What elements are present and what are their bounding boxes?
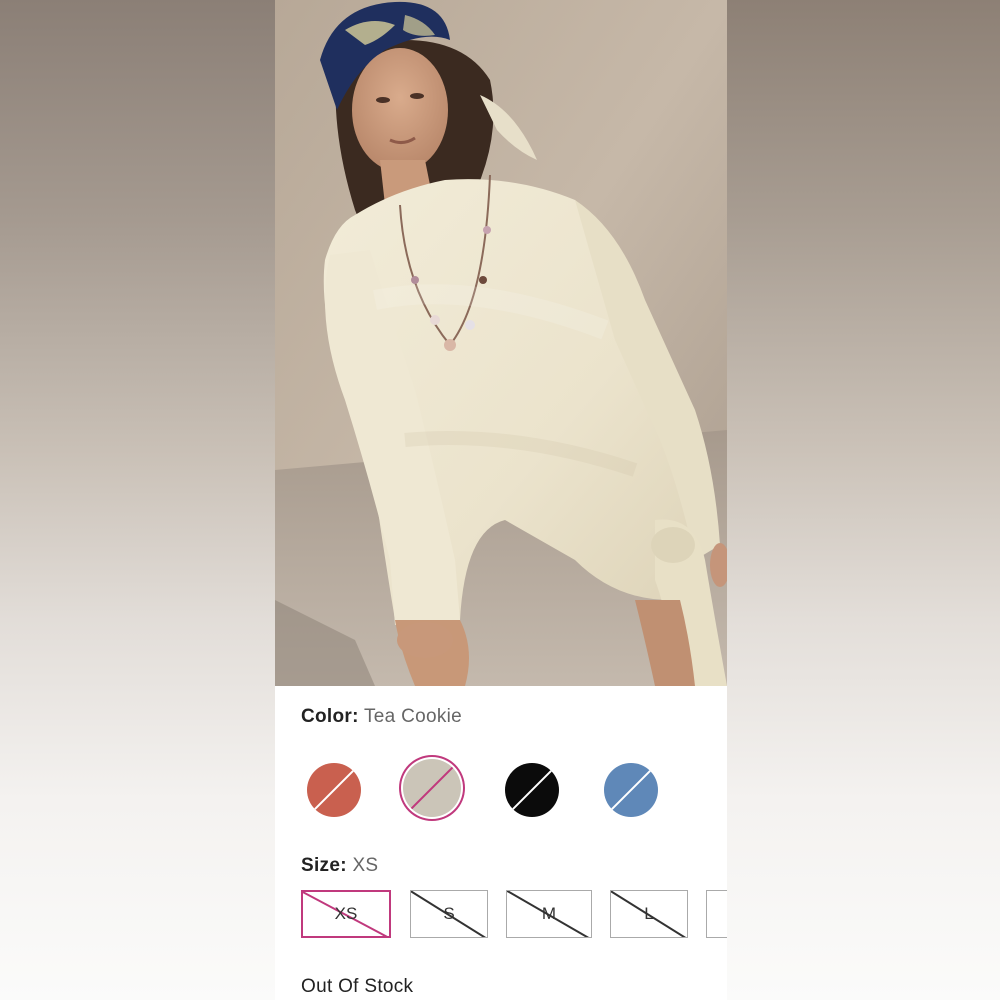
size-option-l[interactable]: L bbox=[610, 890, 688, 938]
swatch-black[interactable] bbox=[505, 763, 559, 817]
unavailable-slash bbox=[404, 760, 460, 816]
color-label: Color: bbox=[301, 706, 359, 727]
size-option-label: S bbox=[443, 904, 455, 923]
unavailable-slash bbox=[307, 763, 361, 817]
size-option-label: L bbox=[644, 904, 654, 923]
product-screen: Color: Tea Cookie Size: XS XS S M L Out … bbox=[275, 0, 727, 1000]
size-label: Size: bbox=[301, 855, 347, 876]
selected-color-name: Tea Cookie bbox=[363, 706, 463, 727]
selected-size: XS bbox=[352, 855, 379, 876]
unavailable-slash bbox=[505, 763, 559, 817]
size-option-partial[interactable] bbox=[706, 890, 727, 938]
size-option-label: XS bbox=[334, 904, 358, 923]
size-option-label: M bbox=[541, 904, 557, 923]
size-selector-label: Size: XS bbox=[301, 855, 378, 877]
size-option-m[interactable]: M bbox=[506, 890, 592, 938]
blurred-backdrop-right bbox=[725, 0, 1000, 1000]
unavailable-slash bbox=[604, 763, 658, 817]
swatch-tea-cookie[interactable] bbox=[403, 759, 461, 817]
size-option-xs[interactable]: XS bbox=[301, 890, 391, 938]
blurred-backdrop-left bbox=[0, 0, 275, 1000]
size-option-s[interactable]: S bbox=[410, 890, 488, 938]
product-photo[interactable] bbox=[275, 0, 727, 686]
swatch-blue[interactable] bbox=[604, 763, 658, 817]
swatch-terracotta[interactable] bbox=[307, 763, 361, 817]
color-selector-label: Color: Tea Cookie bbox=[301, 706, 462, 728]
stock-status: Out Of Stock bbox=[301, 976, 414, 997]
